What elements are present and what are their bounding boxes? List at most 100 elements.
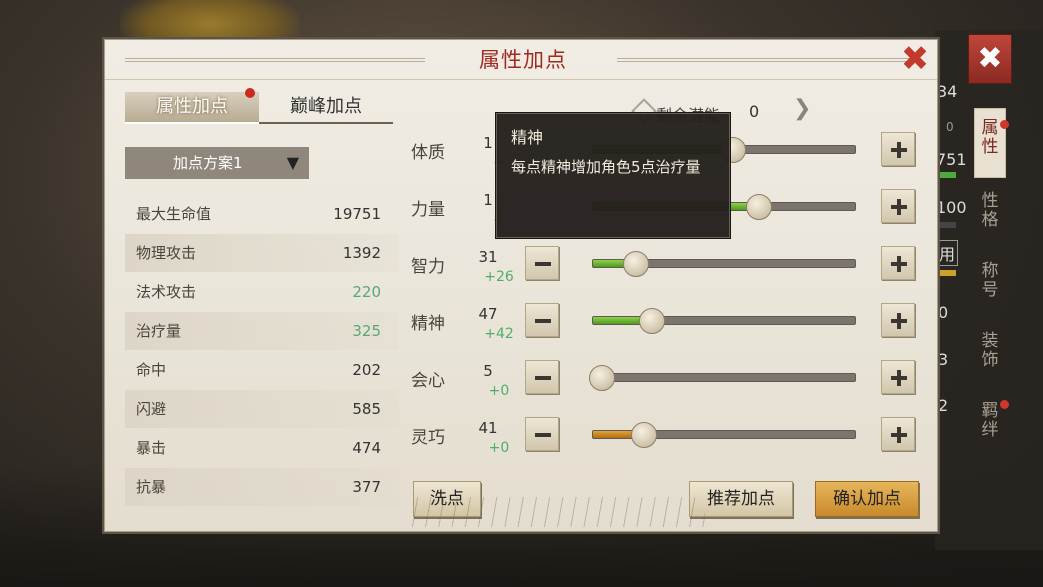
tab-label: 巅峰加点: [290, 96, 362, 117]
notification-dot: [245, 88, 255, 98]
tooltip-body: 每点精神增加角色5点治疗量: [511, 158, 701, 176]
side-tab-label: 称号: [981, 261, 999, 300]
attribute-bonus: +0: [488, 383, 510, 399]
side-value: 3: [938, 350, 949, 369]
stat-label: 闪避: [136, 400, 167, 418]
side-tab-decorations[interactable]: 装饰: [974, 332, 1006, 380]
attribute-slider-fill: [593, 317, 643, 324]
increase-button[interactable]: [881, 132, 915, 166]
attribute-slider-track[interactable]: [592, 251, 856, 277]
side-tab-titles[interactable]: 称号: [974, 262, 1006, 310]
attribute-slider-track[interactable]: [589, 365, 856, 391]
stat-row: 最大生命值 19751: [125, 195, 399, 233]
increase-button[interactable]: [881, 303, 915, 337]
title-ornament: [125, 58, 425, 62]
attribute-name: 体质: [411, 143, 445, 163]
increase-button[interactable]: [881, 360, 915, 394]
side-value: 100: [936, 198, 967, 217]
attribute-bonus: +26: [484, 269, 514, 285]
attribute-name: 力量: [411, 200, 445, 220]
attribute-bonus: +0: [488, 440, 510, 456]
side-tab-label: 装饰: [981, 331, 999, 370]
attribute-value: 31: [478, 248, 498, 266]
stat-label: 暴击: [136, 439, 167, 457]
stat-row: 命中 202: [125, 351, 399, 389]
attribute-slider-fill: [593, 431, 635, 438]
side-bar: [936, 222, 956, 228]
side-close-button[interactable]: ✖: [968, 34, 1012, 84]
attribute-value: 47: [478, 305, 498, 323]
side-value: 0: [946, 120, 954, 134]
stat-label: 命中: [136, 361, 167, 379]
attribute-name: 智力: [411, 257, 445, 277]
plan-dropdown[interactable]: 加点方案1 ▼: [125, 147, 309, 179]
attribute-slider-track[interactable]: [592, 422, 856, 448]
attribute-slider-track[interactable]: [592, 308, 856, 334]
stat-value: 585: [352, 400, 381, 418]
stat-row: 闪避 585: [125, 390, 399, 428]
side-tab-label: 羁绊: [981, 401, 999, 440]
tab-attribute-points[interactable]: 属性加点: [125, 92, 259, 124]
stat-row: 暴击 474: [125, 429, 399, 467]
increase-button[interactable]: [881, 246, 915, 280]
side-tab-bonds[interactable]: 羁绊: [974, 402, 1006, 450]
side-bar: [936, 270, 956, 276]
stat-row: 治疗量 325: [125, 312, 399, 350]
decrease-button[interactable]: [525, 360, 559, 394]
tab-label: 属性加点: [156, 96, 228, 117]
plan-dropdown-label: 加点方案1: [173, 154, 243, 172]
attribute-tooltip: 精神 每点精神增加角色5点治疗量: [496, 113, 730, 238]
arrow-right-icon: ❯: [793, 96, 812, 121]
remaining-potential-value: 0: [749, 102, 760, 121]
notification-dot: [1000, 120, 1009, 129]
side-value: 0: [938, 303, 949, 322]
chevron-down-icon: ▼: [286, 153, 299, 172]
side-tab-personality[interactable]: 性格: [974, 192, 1006, 240]
side-tab-label: 属性: [981, 118, 999, 157]
attribute-slider-thumb[interactable]: [638, 308, 665, 334]
attribute-slider-fill: [593, 260, 628, 267]
tab-peak-points[interactable]: 巅峰加点: [259, 92, 393, 124]
stat-label: 治疗量: [136, 322, 182, 340]
stat-value: 202: [352, 361, 381, 379]
stat-row: 抗暴 377: [125, 468, 399, 506]
side-value: 751: [936, 150, 967, 169]
attribute-slider-thumb[interactable]: [589, 365, 615, 391]
stat-label: 抗暴: [136, 478, 167, 496]
confirm-points-button[interactable]: 确认加点: [815, 481, 919, 517]
stat-label: 最大生命值: [136, 205, 212, 223]
stat-label: 法术攻击: [136, 283, 197, 301]
side-tab-label: 性格: [981, 191, 999, 230]
panel-title-bar: 属性加点 ✖: [105, 40, 937, 80]
attribute-slider-thumb[interactable]: [746, 194, 773, 220]
stat-row: 法术攻击 220: [125, 273, 399, 311]
title-ornament: [617, 58, 917, 62]
tooltip-title: 精神: [511, 128, 544, 147]
stat-label: 物理攻击: [136, 244, 197, 262]
side-tab-attributes[interactable]: 属性: [974, 108, 1006, 178]
attribute-value: 41: [478, 419, 498, 437]
stat-value: 325: [352, 322, 381, 340]
attribute-slider-thumb[interactable]: [623, 251, 650, 277]
attribute-slider-thumb[interactable]: [630, 422, 657, 448]
side-value: 2: [938, 396, 949, 415]
stat-value: 19751: [333, 205, 381, 223]
attribute-name: 会心: [411, 371, 445, 391]
side-value: 34: [937, 82, 958, 101]
decrease-button[interactable]: [525, 417, 559, 451]
stat-value: 1392: [342, 244, 381, 262]
decrease-button[interactable]: [525, 246, 559, 280]
stat-value: 220: [352, 283, 381, 301]
attribute-name: 灵巧: [411, 428, 445, 448]
side-bar: [936, 172, 956, 178]
decorative-vines: [405, 497, 705, 527]
decrease-button[interactable]: [525, 303, 559, 337]
attribute-name: 精神: [411, 314, 445, 334]
close-icon[interactable]: ✖: [897, 42, 933, 78]
attribute-value: 5: [483, 362, 493, 380]
increase-button[interactable]: [881, 417, 915, 451]
increase-button[interactable]: [881, 189, 915, 223]
stat-row: 物理攻击 1392: [125, 234, 399, 272]
stat-value: 377: [352, 478, 381, 496]
panel-title: 属性加点: [479, 48, 567, 72]
